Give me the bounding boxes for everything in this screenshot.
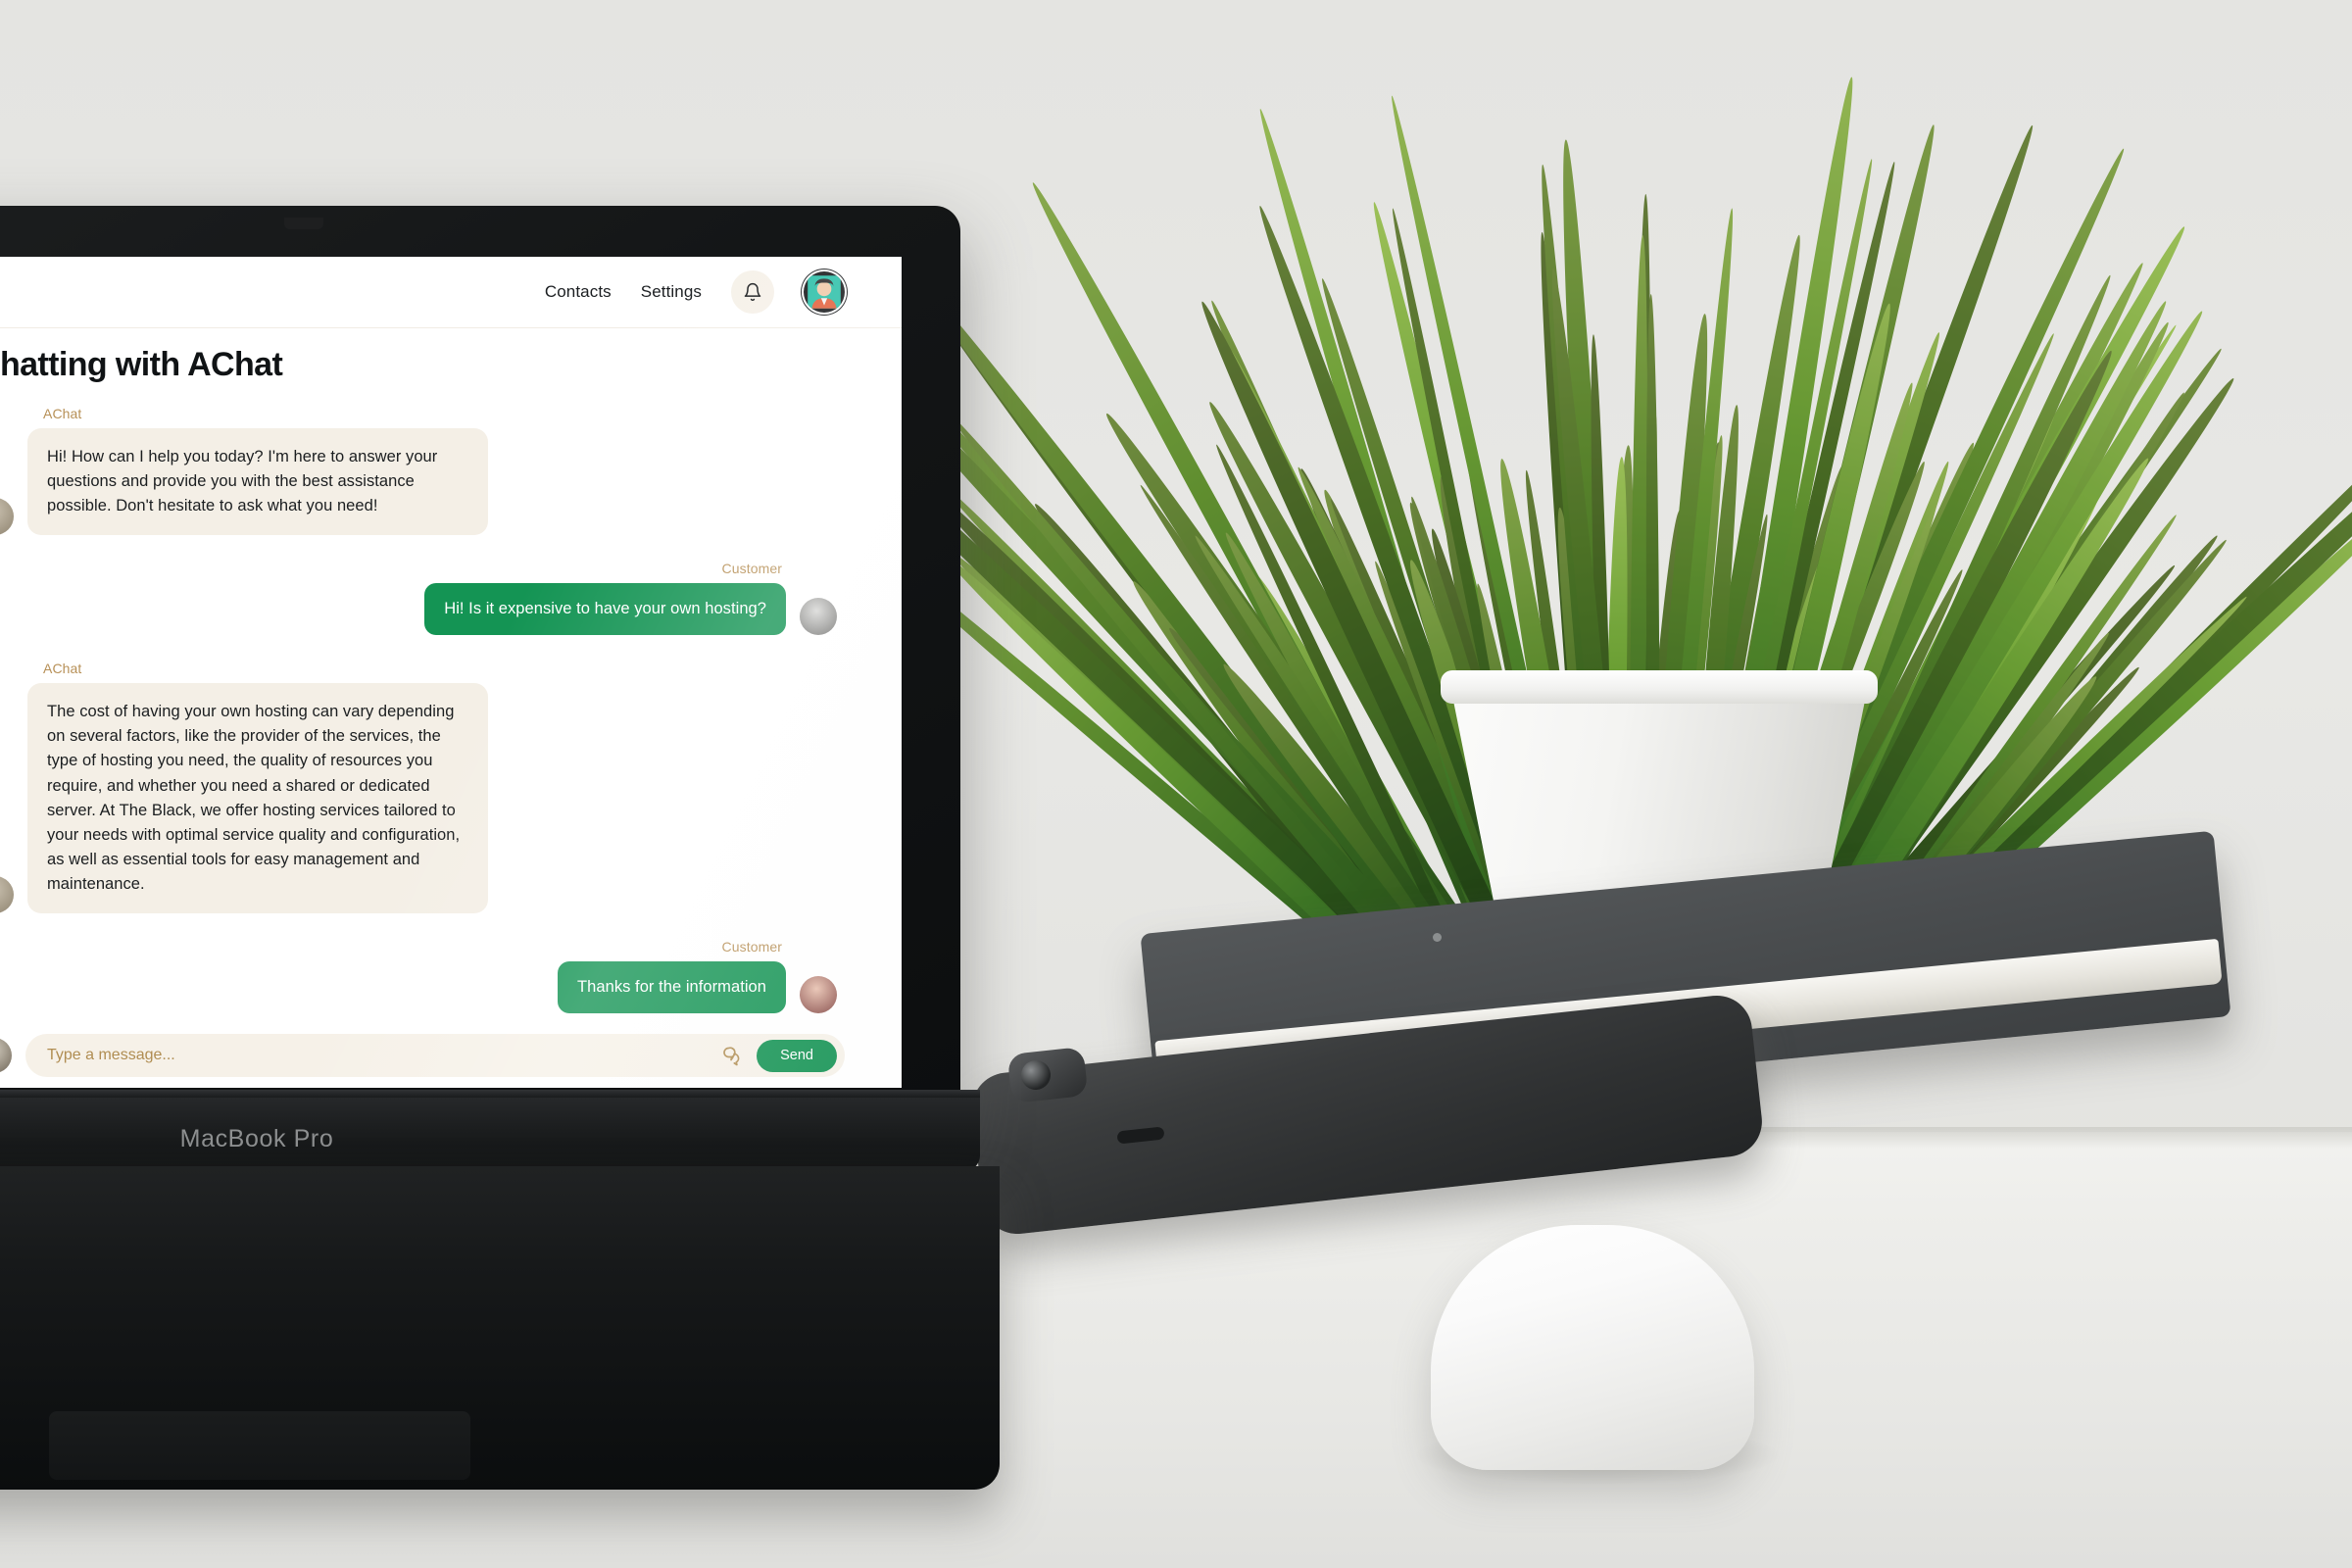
avatar — [0, 498, 14, 535]
notifications-button[interactable] — [731, 270, 774, 314]
message-sender-label: AChat — [43, 661, 837, 676]
message-composer: Type a message... Send — [0, 1023, 902, 1088]
chat-bubbles-icon — [719, 1044, 743, 1067]
message-bubble: The cost of having your own hosting can … — [27, 683, 488, 913]
laptop-screen: AChat Contacts Settings — [0, 257, 902, 1088]
message-sender-label: Customer — [722, 561, 782, 576]
nav-settings[interactable]: Settings — [641, 282, 702, 302]
avatar-illustration-icon — [804, 271, 845, 313]
laptop-webcam-icon — [284, 218, 323, 229]
message-input-wrapper[interactable]: Type a message... Send — [25, 1034, 845, 1077]
message-user-1: Customer Hi! Is it expensive to have you… — [0, 561, 837, 635]
app-topbar: AChat Contacts Settings — [0, 257, 902, 328]
top-navigation: Contacts Settings — [545, 270, 845, 314]
composer-avatar — [0, 1038, 12, 1073]
avatar — [0, 876, 14, 913]
bell-icon — [743, 282, 762, 302]
send-button[interactable]: Send — [757, 1040, 837, 1072]
message-sender-label: AChat — [43, 406, 837, 421]
message-sender-label: Customer — [722, 939, 782, 955]
message-list[interactable]: AChat Hi! How can I help you today? I'm … — [0, 406, 902, 1023]
avatar — [800, 976, 837, 1013]
laptop-base-bezel — [0, 1098, 980, 1171]
page-title: Chatting with AChat — [0, 346, 902, 384]
message-bubble: Hi! Is it expensive to have your own hos… — [424, 583, 786, 635]
avatar — [800, 598, 837, 635]
message-bot-1: AChat Hi! How can I help you today? I'm … — [0, 406, 837, 535]
user-avatar[interactable] — [804, 271, 845, 313]
message-bubble: Hi! How can I help you today? I'm here t… — [27, 428, 488, 535]
message-user-2: Customer Thanks for the information — [0, 939, 837, 1013]
app-main-row: AChat Customer Service Agent AChat José … — [0, 328, 902, 1088]
message-bot-2: AChat The cost of having your own hostin… — [0, 661, 837, 913]
message-input-placeholder[interactable]: Type a message... — [47, 1047, 706, 1064]
notebook-dot — [1433, 933, 1442, 942]
nav-contacts[interactable]: Contacts — [545, 282, 612, 302]
plant-pot-rim — [1441, 670, 1878, 704]
laptop-model-label: MacBook Pro — [149, 1125, 365, 1153]
laptop-trackpad[interactable] — [49, 1411, 470, 1480]
achat-app: AChat Contacts Settings — [0, 257, 902, 1088]
chat-bubbles-button[interactable] — [719, 1044, 743, 1067]
photo-scene: AChat Contacts Settings — [0, 0, 2352, 1568]
message-bubble: Thanks for the information — [558, 961, 786, 1013]
chat-column: Chatting with AChat AChat Hi! How can I … — [0, 328, 902, 1088]
